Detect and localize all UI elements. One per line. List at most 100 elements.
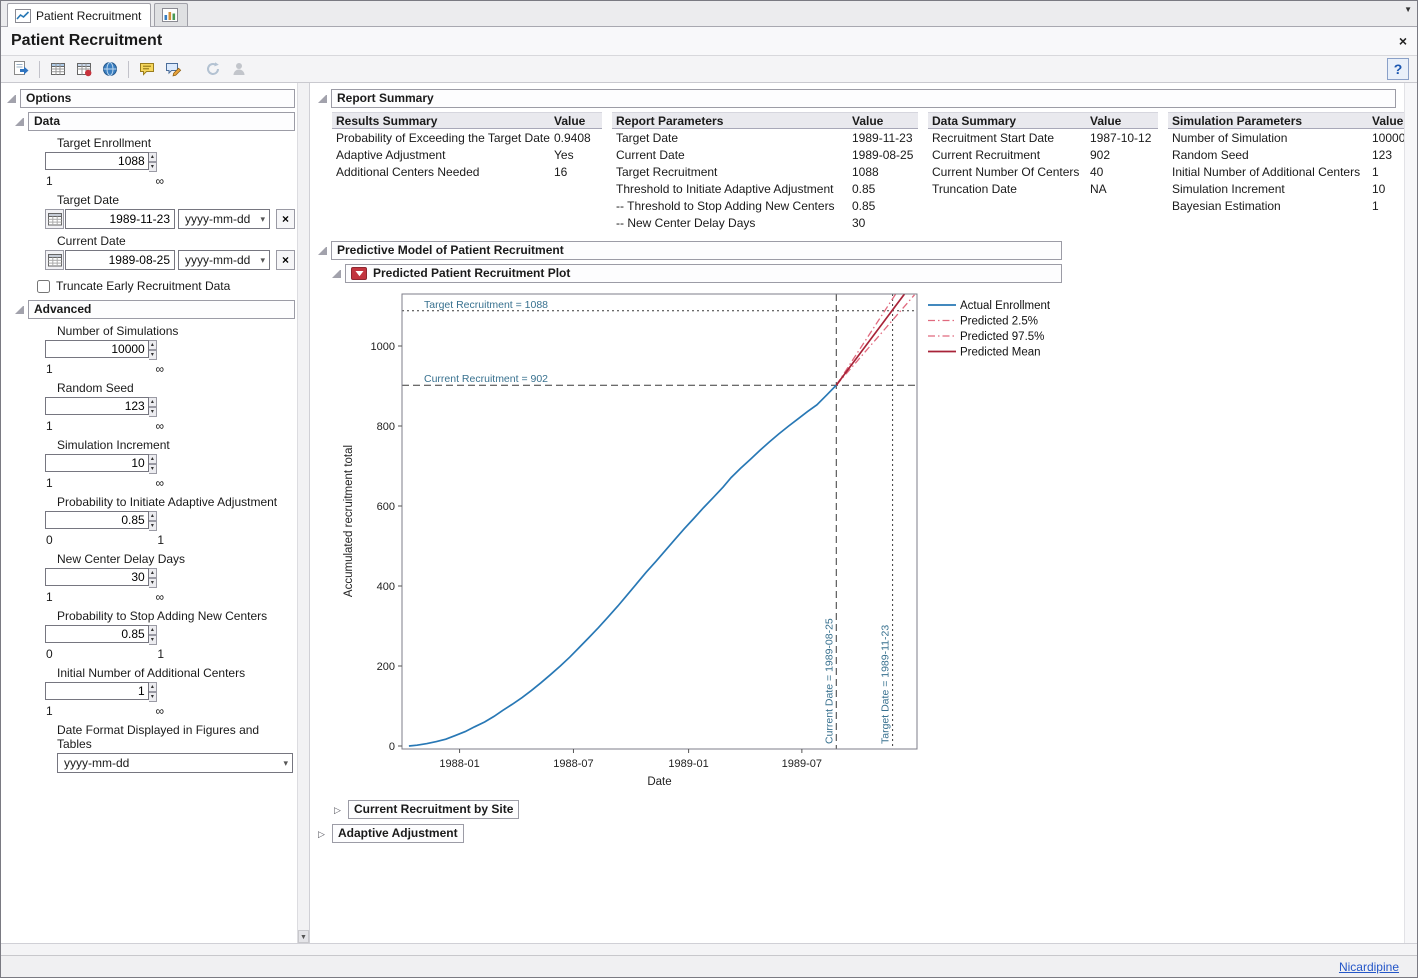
spin-up-icon[interactable]: ▴ (149, 340, 157, 350)
truncate-checkbox[interactable] (37, 280, 50, 293)
collapse-triangle-icon[interactable] (318, 94, 327, 103)
probability-to-initiate-adaptive-adjustment-field: Probability to Initiate Adaptive Adjustm… (45, 495, 295, 547)
current-recruitment-by-site-header[interactable]: Current Recruitment by Site (348, 800, 519, 819)
target-date-label: Target Date (57, 193, 295, 207)
target-date-calendar-button[interactable] (45, 209, 64, 229)
new-center-delay-days-input[interactable] (45, 568, 149, 586)
clear-target-date-button[interactable]: × (276, 209, 295, 229)
table-row: Threshold to Initiate Adaptive Adjustmen… (612, 180, 918, 197)
spin-down-icon[interactable]: ▾ (149, 350, 157, 360)
adaptive-adjustment-header[interactable]: Adaptive Adjustment (332, 824, 464, 843)
random-seed-input[interactable] (45, 397, 149, 415)
truncate-checkbox-row[interactable]: Truncate Early Recruitment Data (37, 279, 295, 293)
row-value: 902 (1086, 148, 1158, 162)
plot-menu-button[interactable] (351, 267, 367, 280)
options-section: Options Data Target Enrollment (7, 89, 295, 773)
column-header: Results Summary (332, 114, 550, 128)
spin-up-icon[interactable]: ▴ (149, 397, 157, 407)
tab-secondary-report[interactable] (154, 3, 188, 26)
scroll-down-icon[interactable]: ▼ (298, 930, 309, 943)
help-button[interactable]: ? (1387, 58, 1409, 80)
status-bar: Nicardipine (1, 955, 1417, 977)
spin-down-icon[interactable]: ▾ (149, 635, 157, 645)
field-min: 0 (46, 647, 53, 661)
results-table-button[interactable] (72, 58, 96, 80)
annotate-button[interactable] (161, 58, 185, 80)
data-table-button[interactable] (46, 58, 70, 80)
current-date-calendar-button[interactable] (45, 250, 64, 270)
value-column-header: Value (550, 114, 602, 128)
refresh-analysis-button[interactable] (201, 58, 225, 80)
date-format-select[interactable]: yyyy-mm-dd▾ (57, 753, 293, 773)
section-label: Current Recruitment by Site (354, 802, 513, 816)
spin-up-icon[interactable]: ▴ (149, 625, 157, 635)
adaptive-adjustment-section: ▷ Adaptive Adjustment (318, 824, 1396, 843)
spin-down-icon[interactable]: ▾ (149, 578, 157, 588)
legend-label-predicted-97-5: Predicted 97.5% (960, 331, 1044, 343)
comments-icon (138, 60, 156, 78)
close-icon[interactable]: × (1399, 33, 1407, 49)
number-of-simulations-input[interactable] (45, 340, 149, 358)
spin-up-icon[interactable]: ▴ (149, 454, 157, 464)
calendar-icon (48, 212, 62, 226)
truncate-checkbox-label: Truncate Early Recruitment Data (56, 279, 230, 293)
predicted-plot-section: Predicted Patient Recruitment Plot 02004… (332, 264, 1062, 795)
expand-triangle-icon[interactable]: ▷ (318, 829, 328, 839)
simulation-increment-input[interactable] (45, 454, 149, 472)
predicted-plot-header-label[interactable]: Predicted Patient Recruitment Plot (373, 266, 570, 280)
user-icon (230, 60, 248, 78)
target-date-input[interactable] (65, 209, 175, 229)
options-scrollbar[interactable]: ▼ (297, 83, 309, 943)
report-summary-header[interactable]: Report Summary (331, 89, 1396, 108)
main-scrollbar[interactable] (1404, 83, 1417, 943)
table-row: Current Number Of Centers40 (928, 163, 1158, 180)
table-row: Recruitment Start Date1987-10-12 (928, 129, 1158, 146)
current-date-input[interactable] (65, 250, 175, 270)
spin-down-icon[interactable]: ▾ (149, 162, 157, 172)
probability-to-initiate-adaptive-adjustment-input[interactable] (45, 511, 149, 529)
series-predicted-mean (836, 294, 904, 385)
journal-button[interactable] (98, 58, 122, 80)
bar-chart-icon (162, 8, 178, 22)
collapse-triangle-icon[interactable] (332, 269, 341, 278)
spin-down-icon[interactable]: ▾ (149, 407, 157, 417)
row-label: Target Recruitment (612, 165, 848, 179)
spin-up-icon[interactable]: ▴ (149, 511, 157, 521)
x-axis-label: Date (647, 776, 671, 788)
options-header[interactable]: Options (20, 89, 295, 108)
spin-up-icon[interactable]: ▴ (149, 568, 157, 578)
predictive-model-header[interactable]: Predictive Model of Patient Recruitment (331, 241, 1062, 260)
spin-down-icon[interactable]: ▾ (149, 464, 157, 474)
comments-button[interactable] (135, 58, 159, 80)
row-label: Simulation Increment (1168, 182, 1368, 196)
collapse-triangle-icon[interactable] (15, 305, 24, 314)
collapse-triangle-icon[interactable] (7, 94, 16, 103)
spin-up-icon[interactable]: ▴ (149, 152, 157, 162)
data-header[interactable]: Data (28, 112, 295, 131)
probability-to-stop-adding-new-centers-input[interactable] (45, 625, 149, 643)
tab-overflow-icon[interactable]: ▼ (1404, 5, 1412, 14)
collapse-triangle-icon[interactable] (318, 246, 327, 255)
simulation-increment-field: Simulation Increment▴▾1∞ (45, 438, 295, 490)
spin-up-icon[interactable]: ▴ (149, 682, 157, 692)
status-link-nicardipine[interactable]: Nicardipine (1339, 960, 1399, 974)
field-min: 1 (46, 362, 53, 376)
row-value: 1987-10-12 (1086, 131, 1158, 145)
refresh-analysis-icon (204, 60, 222, 78)
row-label: Number of Simulation (1168, 131, 1368, 145)
row-label: Additional Centers Needed (332, 165, 550, 179)
user-guide-button[interactable] (227, 58, 251, 80)
spin-down-icon[interactable]: ▾ (149, 521, 157, 531)
clear-current-date-button[interactable]: × (276, 250, 295, 270)
export-report-button[interactable] (9, 58, 33, 80)
current-date-format-select[interactable]: yyyy-mm-dd▾ (178, 250, 270, 270)
collapse-triangle-icon[interactable] (15, 117, 24, 126)
tab-patient-recruitment[interactable]: Patient Recruitment (7, 3, 151, 27)
target-enrollment-input[interactable] (45, 152, 149, 170)
initial-number-of-additional-centers-input[interactable] (45, 682, 149, 700)
advanced-header[interactable]: Advanced (28, 300, 295, 319)
target-date-format-select[interactable]: yyyy-mm-dd▾ (178, 209, 270, 229)
spin-down-icon[interactable]: ▾ (149, 692, 157, 702)
expand-triangle-icon[interactable]: ▷ (334, 805, 344, 815)
table-row: Bayesian Estimation1 (1168, 197, 1404, 214)
